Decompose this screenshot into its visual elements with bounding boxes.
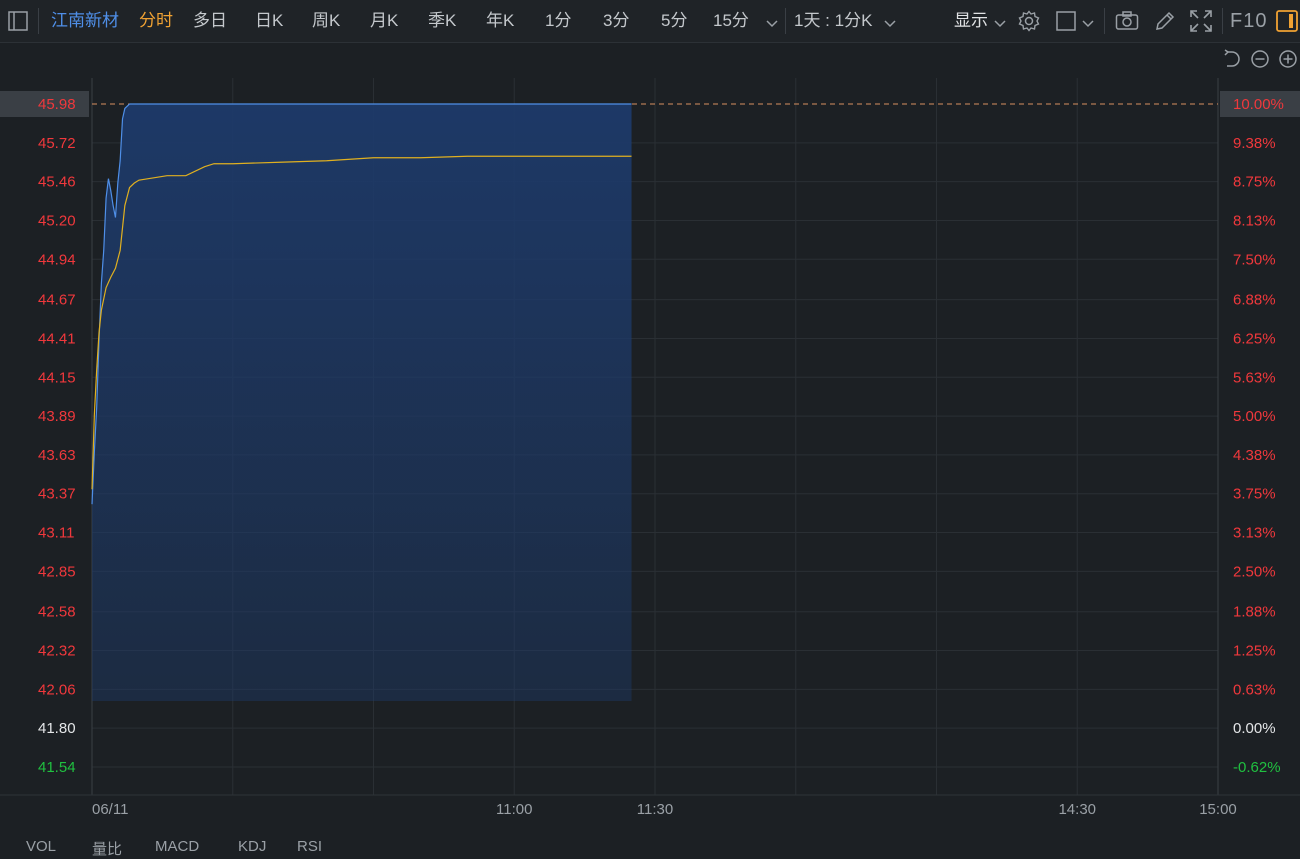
y-axis-percent-tick: 0.63%	[1233, 681, 1276, 698]
y-axis-percent-tick: 7.50%	[1233, 251, 1276, 268]
y-axis-percent-tick: 8.13%	[1233, 212, 1276, 229]
y-axis-percent-tick: 1.88%	[1233, 604, 1276, 621]
y-axis-price-tick: 41.80	[38, 720, 76, 737]
y-axis-percent-tick: 9.38%	[1233, 135, 1276, 152]
y-axis-percent-tick: 4.38%	[1233, 447, 1276, 464]
y-axis-price-tick: 45.20	[38, 212, 76, 229]
price-area-fill	[92, 104, 632, 787]
indicator-tab-volume-ratio[interactable]: 量比	[92, 838, 122, 859]
y-axis-percent-tick: 5.00%	[1233, 408, 1276, 425]
y-axis-price-tick: 44.94	[38, 251, 76, 268]
x-axis-tick: 11:00	[496, 801, 532, 818]
y-axis-price-tick: 42.58	[38, 604, 76, 621]
y-axis-price-tick: 41.54	[38, 759, 76, 776]
y-axis-percent-tick: 6.88%	[1233, 292, 1276, 309]
y-axis-price-tick: 44.15	[38, 369, 76, 386]
y-axis-percent-tick: 3.13%	[1233, 525, 1276, 542]
intraday-chart[interactable]: 45.98 10.00% 45.72 9.38% 45.46 8.75% 45.20 8.13…	[0, 0, 1300, 848]
y-axis-price-tick: 45.72	[38, 135, 76, 152]
x-axis-tick: 14:30	[1058, 801, 1096, 818]
y-axis-percent-tick: 10.00%	[1233, 96, 1284, 113]
y-axis-percent-tick: 0.00%	[1233, 720, 1276, 737]
y-axis-price-tick: 44.67	[38, 292, 76, 309]
x-axis-tick: 15:00	[1199, 801, 1237, 818]
y-axis-price-tick: 43.89	[38, 408, 76, 425]
y-axis-price-tick: 42.32	[38, 643, 76, 660]
y-axis-price-tick: 42.06	[38, 681, 76, 698]
y-axis-price-tick: 44.41	[38, 330, 76, 347]
x-axis-tick: 06/11	[92, 801, 128, 818]
indicator-tab-vol[interactable]: VOL	[26, 838, 56, 855]
y-axis-price-tick: 43.37	[38, 486, 76, 503]
y-axis-percent-tick: 5.63%	[1233, 369, 1276, 386]
y-axis-percent-tick: 6.25%	[1233, 330, 1276, 347]
indicator-tab-macd[interactable]: MACD	[155, 838, 199, 855]
y-axis-price-tick: 43.63	[38, 447, 76, 464]
indicator-tab-rsi[interactable]: RSI	[297, 838, 322, 855]
y-axis-price-tick: 45.98	[38, 96, 76, 113]
y-axis-percent-tick: -0.62%	[1233, 759, 1281, 776]
y-axis-percent-tick: 3.75%	[1233, 486, 1276, 503]
chart-fills	[92, 104, 632, 787]
x-axis-tick: 11:30	[637, 801, 673, 818]
y-axis-price-tick: 45.46	[38, 174, 76, 191]
y-axis-price-tick: 43.11	[38, 525, 74, 542]
y-axis-percent-tick: 1.25%	[1233, 643, 1276, 660]
y-axis-percent-tick: 2.50%	[1233, 563, 1276, 580]
y-axis-price-tick: 42.85	[38, 563, 76, 580]
indicator-tab-kdj[interactable]: KDJ	[238, 838, 266, 855]
y-axis-percent-tick: 8.75%	[1233, 174, 1276, 191]
